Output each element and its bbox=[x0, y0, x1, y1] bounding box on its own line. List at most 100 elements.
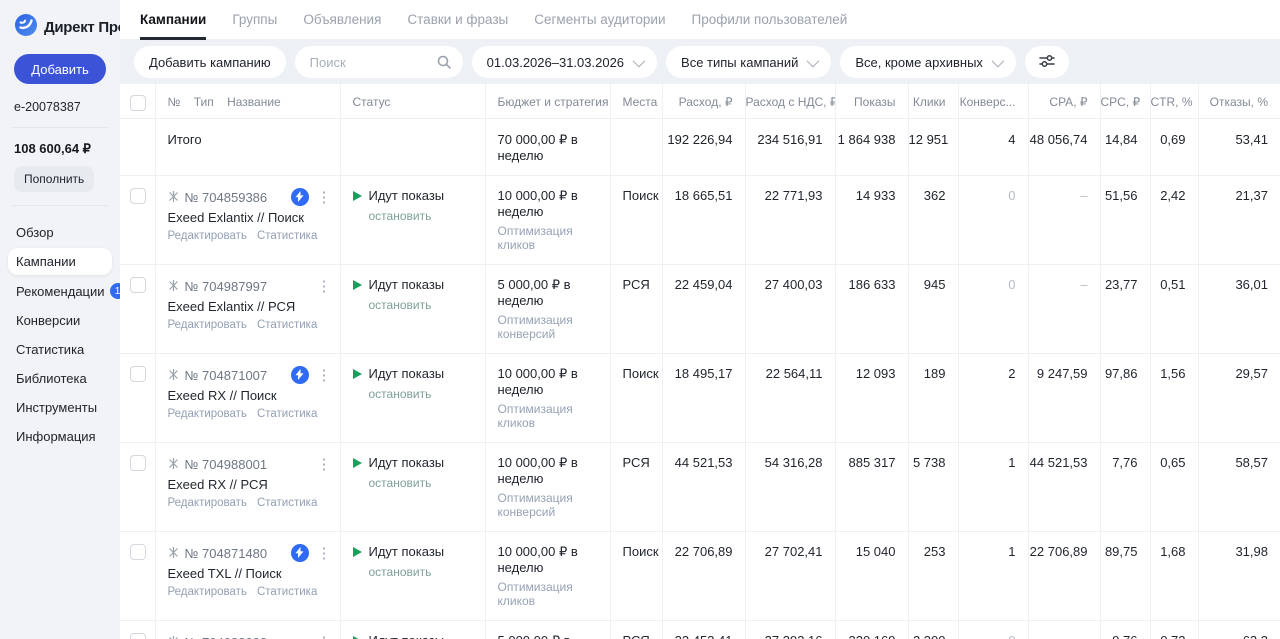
campaign-number: № 704987997 bbox=[185, 279, 268, 294]
col-header-clicks[interactable]: Клики bbox=[908, 84, 958, 119]
status-text: Идут показы bbox=[369, 366, 445, 381]
tab-label: Объявления bbox=[303, 12, 381, 27]
strategy-value[interactable]: Оптимизация кликов bbox=[498, 580, 610, 608]
row-menu-button[interactable]: ⋮ bbox=[315, 190, 334, 205]
strategy-value[interactable]: Оптимизация конверсий bbox=[498, 313, 610, 341]
boost-badge[interactable] bbox=[291, 366, 309, 384]
bounces-cell: 21,37 bbox=[1198, 176, 1280, 265]
edit-link[interactable]: Редактировать bbox=[168, 230, 247, 242]
select-all-checkbox[interactable] bbox=[130, 95, 146, 111]
archive-filter[interactable]: Все, кроме архивных bbox=[840, 46, 1016, 78]
row-menu-button[interactable]: ⋮ bbox=[315, 368, 334, 383]
sidebar-item-информация[interactable]: Информация bbox=[8, 423, 112, 450]
boost-badge[interactable] bbox=[291, 188, 309, 206]
sidebar-item-label: Библиотека bbox=[16, 371, 87, 386]
edit-link[interactable]: Редактировать bbox=[168, 408, 247, 420]
tab-сегменты-аудитории[interactable]: Сегменты аудитории bbox=[534, 0, 665, 40]
topup-button[interactable]: Пополнить bbox=[14, 166, 94, 192]
play-icon bbox=[353, 458, 362, 468]
cpa-cell: 44 521,53 bbox=[1028, 443, 1100, 532]
strategy-value[interactable]: Оптимизация кликов bbox=[498, 402, 610, 430]
col-header-status[interactable]: Статус bbox=[340, 84, 485, 119]
strategy-value[interactable]: Оптимизация кликов bbox=[498, 224, 610, 252]
row-checkbox[interactable] bbox=[130, 366, 146, 382]
col-header-cost-vat[interactable]: Расход с НДС, ₽ bbox=[745, 84, 835, 119]
boost-badge[interactable] bbox=[291, 544, 309, 562]
stop-link[interactable]: остановить bbox=[369, 476, 485, 490]
clicks-cell: 253 bbox=[908, 532, 958, 621]
row-menu-button[interactable]: ⋮ bbox=[315, 279, 334, 294]
cost-vat-cell: 22 771,93 bbox=[745, 176, 835, 265]
sidebar-item-кампании[interactable]: Кампании bbox=[8, 248, 112, 275]
campaign-name: Exeed TXL // Поиск bbox=[168, 566, 340, 581]
col-header-cpc[interactable]: CPC, ₽ bbox=[1100, 84, 1150, 119]
search-box[interactable] bbox=[295, 46, 463, 78]
row-menu-button[interactable]: ⋮ bbox=[315, 635, 334, 639]
col-header-num: № bbox=[168, 95, 181, 109]
cpc-cell: 89,75 bbox=[1100, 532, 1150, 621]
tab-ставки-и-фразы[interactable]: Ставки и фразы bbox=[407, 0, 508, 40]
col-header-ctr[interactable]: CTR, % bbox=[1150, 84, 1198, 119]
sidebar-item-статистика[interactable]: Статистика bbox=[8, 336, 112, 363]
edit-link[interactable]: Редактировать bbox=[168, 319, 247, 331]
stop-link[interactable]: остановить bbox=[369, 387, 485, 401]
col-header-bounces[interactable]: Отказы, % bbox=[1198, 84, 1280, 119]
top-tabbar: Кампании Группы Объявления Ставки и фраз… bbox=[120, 0, 1280, 40]
statistics-link[interactable]: Статистика bbox=[257, 230, 317, 242]
edit-link[interactable]: Редактировать bbox=[168, 586, 247, 598]
statistics-link[interactable]: Статистика bbox=[257, 408, 317, 420]
col-header-name[interactable]: № Тип Название bbox=[155, 84, 340, 119]
cost-cell: 22 453,41 bbox=[662, 621, 745, 639]
status-cell: Идут показы остановить bbox=[340, 532, 485, 621]
cost-cell: 22 459,04 bbox=[662, 265, 745, 354]
col-header-cpa[interactable]: CPA, ₽ bbox=[1028, 84, 1100, 119]
col-header-conversions[interactable]: Конверс... bbox=[958, 84, 1028, 119]
campaign-type-filter-value: Все типы кампаний bbox=[681, 55, 798, 70]
row-menu-button[interactable]: ⋮ bbox=[315, 457, 334, 472]
row-checkbox[interactable] bbox=[130, 188, 146, 204]
sidebar-item-библиотека[interactable]: Библиотека bbox=[8, 365, 112, 392]
stop-link[interactable]: остановить bbox=[369, 565, 485, 579]
date-range-picker[interactable]: 01.03.2026–31.03.2026 bbox=[472, 46, 657, 78]
strategy-value[interactable]: Оптимизация конверсий bbox=[498, 491, 610, 519]
col-header-places[interactable]: Места bbox=[610, 84, 662, 119]
budget-cell: 10 000,00 ₽ в неделю Оптимизация кликов bbox=[485, 532, 610, 621]
cpc-cell: 97,86 bbox=[1100, 354, 1150, 443]
places-cell: РСЯ bbox=[610, 621, 662, 639]
row-checkbox[interactable] bbox=[130, 544, 146, 560]
sidebar-item-рекомендации[interactable]: Рекомендации 1 bbox=[8, 277, 112, 305]
totals-empty-cell bbox=[120, 119, 155, 176]
row-checkbox[interactable] bbox=[130, 277, 146, 293]
col-header-budget[interactable]: Бюджет и стратегия bbox=[485, 84, 610, 119]
add-campaign-button[interactable]: Добавить кампанию bbox=[134, 46, 286, 78]
row-checkbox[interactable] bbox=[130, 633, 146, 639]
divider bbox=[12, 127, 108, 128]
tab-кампании[interactable]: Кампании bbox=[140, 0, 206, 40]
col-header-shows[interactable]: Показы bbox=[835, 84, 908, 119]
sidebar-item-инструменты[interactable]: Инструменты bbox=[8, 394, 112, 421]
sidebar-item-обзор[interactable]: Обзор bbox=[8, 219, 112, 246]
stop-link[interactable]: остановить bbox=[369, 209, 485, 223]
add-button[interactable]: Добавить bbox=[14, 54, 106, 84]
statistics-link[interactable]: Статистика bbox=[257, 586, 317, 598]
edit-link[interactable]: Редактировать bbox=[168, 497, 247, 509]
row-checkbox[interactable] bbox=[130, 455, 146, 471]
cost-cell: 18 665,51 bbox=[662, 176, 745, 265]
row-menu-button[interactable]: ⋮ bbox=[315, 546, 334, 561]
budget-value: 10 000,00 ₽ в неделю bbox=[498, 366, 610, 397]
statistics-link[interactable]: Статистика bbox=[257, 319, 317, 331]
tab-объявления[interactable]: Объявления bbox=[303, 0, 381, 40]
col-header-cost[interactable]: Расход, ₽ bbox=[662, 84, 745, 119]
campaign-type-filter[interactable]: Все типы кампаний bbox=[666, 46, 831, 78]
play-icon bbox=[353, 636, 362, 639]
stop-link[interactable]: остановить bbox=[369, 298, 485, 312]
statistics-link[interactable]: Статистика bbox=[257, 497, 317, 509]
table-settings-button[interactable] bbox=[1025, 46, 1069, 78]
tab-группы[interactable]: Группы bbox=[232, 0, 277, 40]
sidebar-item-label: Обзор bbox=[16, 225, 54, 240]
sidebar-item-конверсии[interactable]: Конверсии bbox=[8, 307, 112, 334]
bounces-cell: 29,57 bbox=[1198, 354, 1280, 443]
tab-профили-пользователей[interactable]: Профили пользователей bbox=[692, 0, 848, 40]
cpa-cell: 22 706,89 bbox=[1028, 532, 1100, 621]
main-area: Кампании Группы Объявления Ставки и фраз… bbox=[120, 0, 1280, 639]
